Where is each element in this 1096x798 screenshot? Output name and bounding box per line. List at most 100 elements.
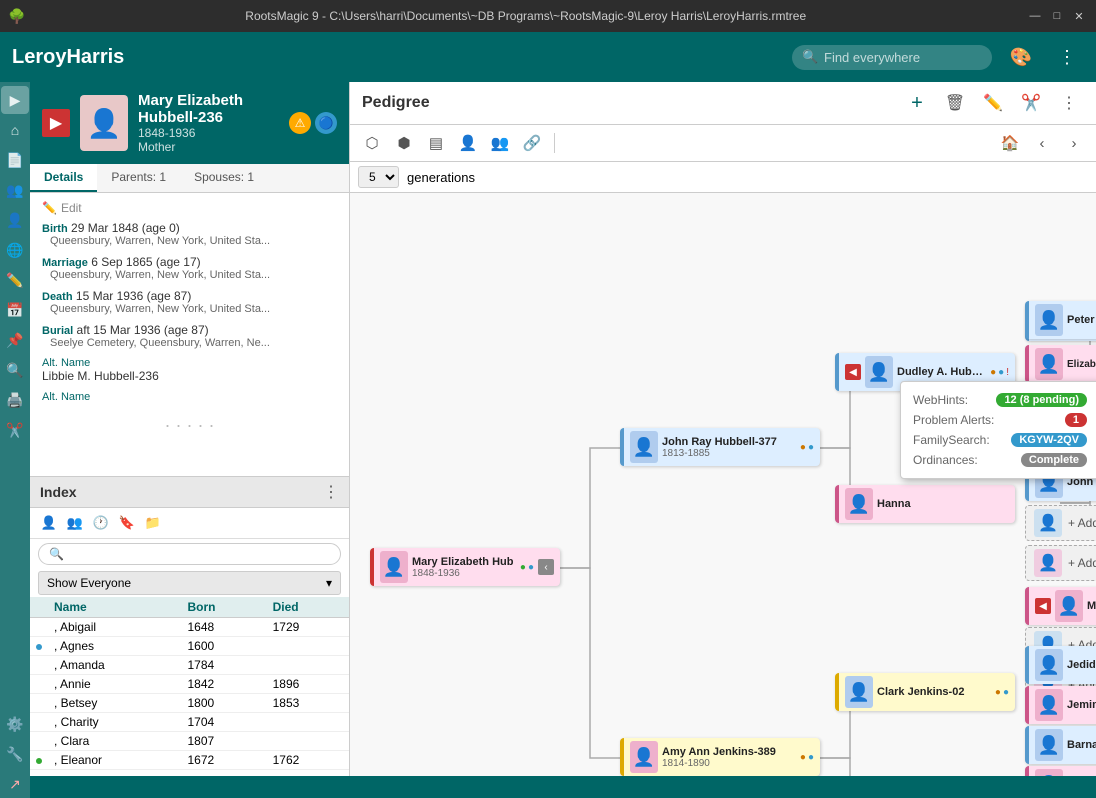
mother-box[interactable]: 👤 Amy Ann Jenkins-389 1814-1890 ● ● (620, 738, 820, 776)
list-item[interactable]: , Amanda 1784 (30, 656, 349, 675)
add-person-button[interactable]: + (902, 88, 932, 118)
close-button[interactable]: ✕ (1070, 7, 1088, 25)
generations-label: generations (407, 170, 475, 185)
ffm-info: Elizabeth Herault-15 (1067, 359, 1096, 370)
father-dates: 1813-1885 (662, 448, 796, 459)
sidebar-item-pin[interactable]: 📌 (1, 326, 29, 354)
home-nav-button[interactable]: 🏠 (996, 129, 1024, 157)
father-fs: ● (808, 442, 814, 453)
delete-button[interactable]: 🗑 (940, 88, 970, 118)
list-item[interactable]: , Eleanor 1672 1762 (30, 751, 349, 770)
index-bookmark-icon[interactable]: 🔖 (116, 512, 138, 534)
add-person-tool[interactable]: 👤 (454, 129, 482, 157)
main-person-box[interactable]: 👤 Mary Elizabeth Hub 1848-1936 ● ● ‹ (370, 548, 560, 586)
web-hints-icon[interactable]: ⚠ (289, 112, 311, 134)
nav-back-button[interactable]: ‹ (1028, 129, 1056, 157)
menu-button[interactable]: ⋮ (1050, 40, 1084, 74)
ffff-box[interactable]: 👤 Peter Hubbell-09 ● ● › (1025, 301, 1096, 339)
index-person-icon[interactable]: 👤 (38, 512, 60, 534)
sidebar-item-scissors[interactable]: ✂️ (1, 416, 29, 444)
mf-box[interactable]: 👤 Clark Jenkins-02 ● ● (835, 673, 1015, 711)
tab-details[interactable]: Details (30, 164, 97, 192)
pedigree-actions: + 🗑 ✏️ ✂️ ⋮ (902, 88, 1084, 118)
family-search-icon[interactable]: 🔵 (315, 112, 337, 134)
show-everyone-chevron: ▾ (326, 576, 332, 590)
sidebar-item-exit[interactable]: ↗ (1, 770, 29, 798)
tab-parents[interactable]: Parents: 1 (97, 164, 180, 192)
father-avatar: 👤 (630, 431, 658, 463)
index-group-icon[interactable]: 👥 (64, 512, 86, 534)
family-view-btn[interactable]: ⬢ (390, 129, 418, 157)
sidebar-item-person[interactable]: 👤 (1, 206, 29, 234)
pedigree-canvas[interactable]: 👤 Mary Elizabeth Hub 1848-1936 ● ● ‹ (350, 193, 1096, 776)
tab-spouses[interactable]: Spouses: 1 (180, 164, 268, 192)
mfmm-box[interactable]: 👤 Mary Scott-1336 ● ● (1025, 766, 1096, 776)
sidebar-item-globe[interactable]: 🌐 (1, 236, 29, 264)
ffff-info: Peter Hubbell-09 (1067, 314, 1096, 326)
fm-box[interactable]: 👤 Hanna (835, 485, 1015, 523)
family-tree-tool[interactable]: 👥 (486, 129, 514, 157)
edit-button[interactable]: ✏️ Edit (42, 201, 337, 215)
mff-name: Jedidiah Jenki-1 (1067, 659, 1096, 671)
sidebar-item-pencil[interactable]: ✏️ (1, 266, 29, 294)
tools-button[interactable]: ✂️ (1016, 88, 1046, 118)
mfm-box[interactable]: 👤 Jemima Voorhes-2 ● ● (1025, 686, 1096, 724)
ff-icons: ● ● ! (990, 367, 1009, 378)
fm-info: Hanna (877, 498, 1009, 510)
sidebar-item-documents[interactable]: 📄 (1, 146, 29, 174)
edit-pedigree-button[interactable]: ✏️ (978, 88, 1008, 118)
list-item[interactable]: , Clara 1807 (30, 732, 349, 751)
list-item[interactable]: , Betsey 1800 1853 (30, 694, 349, 713)
ffff-avatar: 👤 (1035, 304, 1063, 336)
fmm-arrow[interactable]: ◀ (1035, 598, 1051, 614)
father-icons: ● ● (800, 442, 814, 453)
descendants-view-btn[interactable]: ▤ (422, 129, 450, 157)
marriage-label: Marriage (42, 257, 88, 269)
list-item[interactable]: , Annie 1842 1896 (30, 675, 349, 694)
col-born: Born (181, 597, 266, 618)
sidebar-item-tools[interactable]: 🔧 (1, 740, 29, 768)
search-wrap: 🔍 (792, 45, 992, 70)
maximize-button[interactable]: □ (1048, 7, 1066, 25)
generation-select[interactable]: 5436 (358, 166, 399, 188)
sidebar-item-calendar[interactable]: 📅 (1, 296, 29, 324)
main-expand[interactable]: ‹ (538, 559, 554, 575)
index-menu-button[interactable]: ⋮ (323, 482, 339, 502)
main-info: Mary Elizabeth Hub 1848-1936 (412, 556, 516, 579)
minimize-button[interactable]: — (1026, 7, 1044, 25)
toolbar-sep (554, 133, 555, 153)
show-everyone-bar[interactable]: Show Everyone ▾ (38, 571, 341, 595)
index-history-icon[interactable]: 🕐 (90, 512, 112, 534)
sidebar-item-gear[interactable]: ⚙️ (1, 710, 29, 738)
birth-section: Birth 29 Mar 1848 (age 0) Queensbury, Wa… (42, 221, 337, 247)
mff-box[interactable]: 👤 Jedidiah Jenki-1 ● ● › (1025, 646, 1096, 684)
sidebar-item-print[interactable]: 🖨️ (1, 386, 29, 414)
fmm-box[interactable]: ◀ 👤 Miss Hammond- ● ! ● ● (1025, 587, 1096, 625)
sidebar-item-dashboard[interactable]: ⌂ (1, 116, 29, 144)
pedigree-menu-button[interactable]: ⋮ (1054, 88, 1084, 118)
person-name: Mary Elizabeth Hubbell-236 (138, 92, 279, 126)
add-father-fmf[interactable]: 👤 + Add Father (1025, 505, 1096, 541)
index-folder-icon[interactable]: 📁 (142, 512, 164, 534)
index-search-input[interactable] (38, 543, 341, 565)
theme-button[interactable]: 🎨 (1004, 40, 1038, 74)
person-info: Mary Elizabeth Hubbell-236 1848-1936 Mot… (138, 92, 279, 154)
hints-ord-label: Ordinances: (913, 453, 1013, 467)
sidebar-item-search[interactable]: 🔍 (1, 356, 29, 384)
sidebar-item-people[interactable]: 👥 (1, 176, 29, 204)
list-item[interactable]: , Charity 1704 (30, 713, 349, 732)
sidebar-item-home[interactable]: ▶ (1, 86, 29, 114)
row-died: 1729 (267, 618, 349, 637)
ff-arrow[interactable]: ◀ (845, 364, 861, 380)
list-item[interactable]: , Abigail 1648 1729 (30, 618, 349, 637)
father-box[interactable]: 👤 John Ray Hubbell-377 1813-1885 ● ● (620, 428, 820, 466)
search-input[interactable] (792, 45, 992, 70)
nav-forward-button[interactable]: › (1060, 129, 1088, 157)
navigate-back-button[interactable]: ▶ (42, 109, 70, 137)
list-item[interactable]: , Agnes 1600 (30, 637, 349, 656)
pedigree-view-btn[interactable]: ⬡ (358, 129, 386, 157)
link-tool[interactable]: 🔗 (518, 129, 546, 157)
mfmf-box[interactable]: 👤 Barnabas Cary-132 ● ● (1025, 726, 1096, 764)
add-mother-fmf[interactable]: 👤 + Add Mother (1025, 545, 1096, 581)
ffm-box[interactable]: 👤 Elizabeth Herault-15 › (1025, 345, 1096, 383)
